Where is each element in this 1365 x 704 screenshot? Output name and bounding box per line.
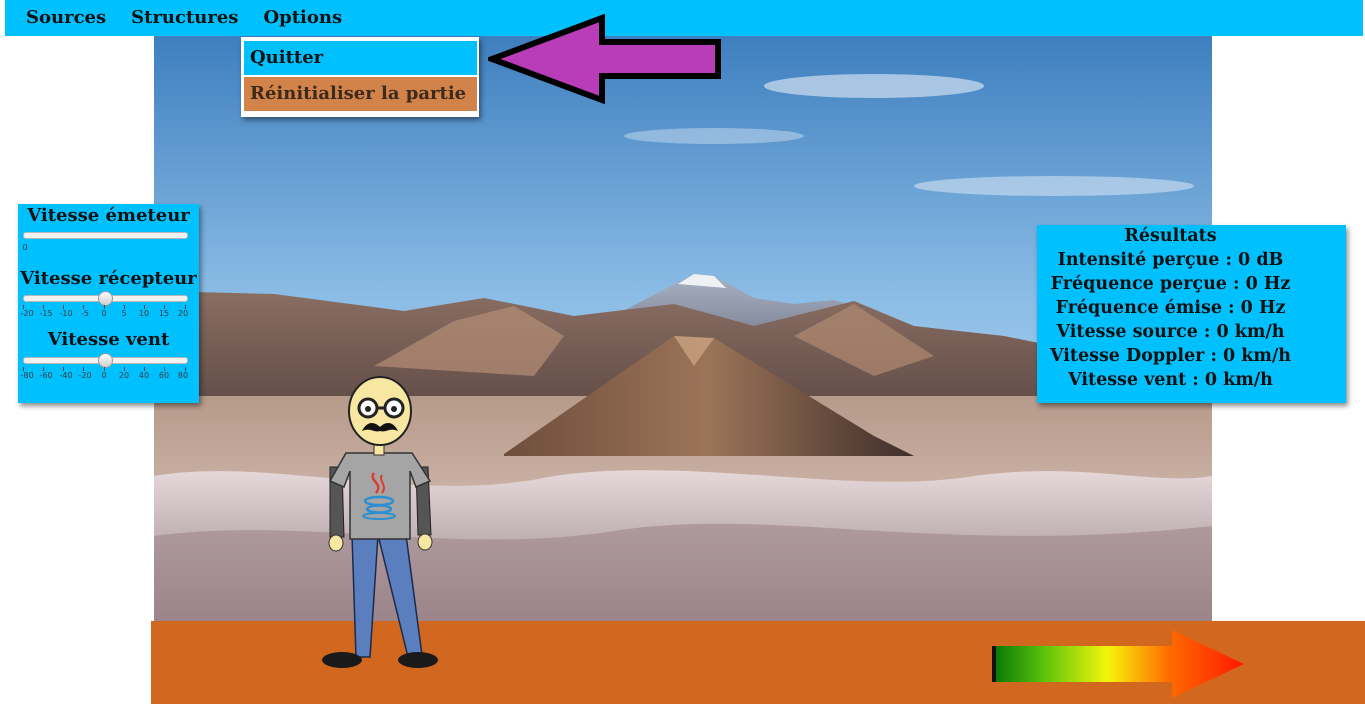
- tick-label: 40: [138, 371, 150, 380]
- receiver-speed-ticks: -20 -15 -10 -5 0 5 10 15 20: [20, 305, 189, 318]
- receiver-speed-slider-thumb[interactable]: [98, 291, 113, 306]
- perceived-intensity-value: Intensité perçue : 0 dB: [1057, 250, 1284, 270]
- wind-speed-value: Vitesse vent : 0 km/h: [1068, 370, 1273, 390]
- emitter-speed-ticks: 0: [22, 243, 188, 255]
- tick-label: 5: [121, 309, 127, 318]
- wind-speed-label: Vitesse vent: [47, 329, 170, 350]
- menu-sources[interactable]: Sources: [5, 0, 106, 36]
- source-speed-value: Vitesse source : 0 km/h: [1056, 322, 1285, 342]
- java-character[interactable]: [318, 375, 443, 673]
- gradient-right-arrow-icon: [992, 630, 1244, 698]
- tick-label: -40: [59, 371, 73, 380]
- tick-label: -20: [78, 371, 92, 380]
- tick-label: -80: [20, 371, 34, 380]
- left-arrow-icon: [488, 14, 721, 104]
- tick-label: -60: [39, 371, 53, 380]
- tick-label: 0: [101, 371, 107, 380]
- tick-label: -10: [59, 309, 73, 318]
- wind-speed-slider-thumb[interactable]: [98, 353, 113, 368]
- wind-speed-ticks: -80 -60 -40 -20 0 20 40 60 80: [20, 367, 189, 380]
- speed-controls-panel: Vitesse émeteur 0 Vitesse récepteur -20 …: [18, 204, 199, 403]
- tick-label: -15: [39, 309, 53, 318]
- tick-label: 60: [158, 371, 170, 380]
- perceived-frequency-value: Fréquence perçue : 0 Hz: [1050, 274, 1291, 294]
- tick-label: -5: [81, 309, 89, 318]
- tick-label: 20: [177, 309, 189, 318]
- results-title: Résultats: [1124, 226, 1217, 246]
- menu-options[interactable]: Options: [242, 0, 342, 36]
- doppler-speed-value: Vitesse Doppler : 0 km/h: [1049, 346, 1292, 366]
- emitter-speed-label: Vitesse émeteur: [27, 205, 190, 226]
- tick-label: -20: [20, 309, 34, 318]
- options-dropdown: Quitter Réinitialiser la partie: [241, 37, 479, 117]
- receiver-speed-label: Vitesse récepteur: [20, 268, 197, 289]
- emitter-speed-slider[interactable]: [23, 232, 188, 239]
- menu-structures[interactable]: Structures: [110, 0, 238, 36]
- tick-label: 0: [22, 243, 28, 252]
- tick-label: 10: [138, 309, 150, 318]
- results-panel: Résultats Intensité perçue : 0 dB Fréque…: [1037, 225, 1346, 403]
- tick-label: 0: [101, 309, 107, 318]
- reset-game-menu-item[interactable]: Réinitialiser la partie: [244, 77, 477, 111]
- tick-label: 20: [118, 371, 130, 380]
- emitted-frequency-value: Fréquence émise : 0 Hz: [1055, 298, 1286, 318]
- tick-label: 15: [158, 309, 170, 318]
- tick-label: 80: [177, 371, 189, 380]
- quit-menu-item[interactable]: Quitter: [244, 41, 477, 75]
